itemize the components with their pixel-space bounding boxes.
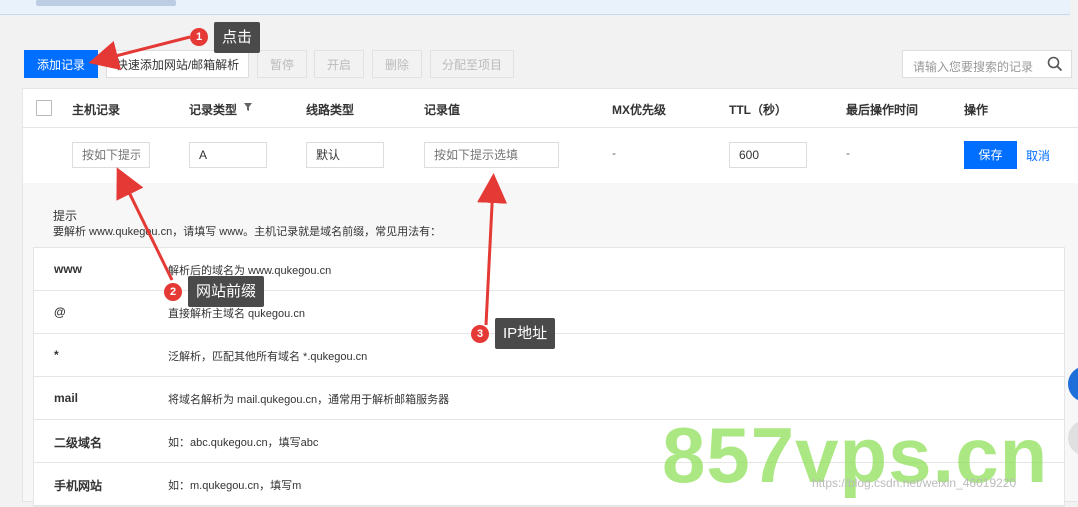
arrow-to-value-input (477, 173, 508, 326)
watermark-url: https://blog.csdn.net/weixin_46019220 (812, 476, 1017, 490)
annotation-callout-1: 点击 (214, 22, 261, 53)
annotation-badge-1: 1 (190, 28, 208, 46)
annotation-callout-3: IP地址 (495, 318, 556, 349)
arrow-to-host-input (116, 167, 174, 281)
arrow-to-add-record (88, 35, 191, 71)
annotation-badge-3: 3 (471, 325, 489, 343)
annotation-badge-2: 2 (164, 283, 182, 301)
annotation-callout-2: 网站前缀 (188, 276, 265, 307)
